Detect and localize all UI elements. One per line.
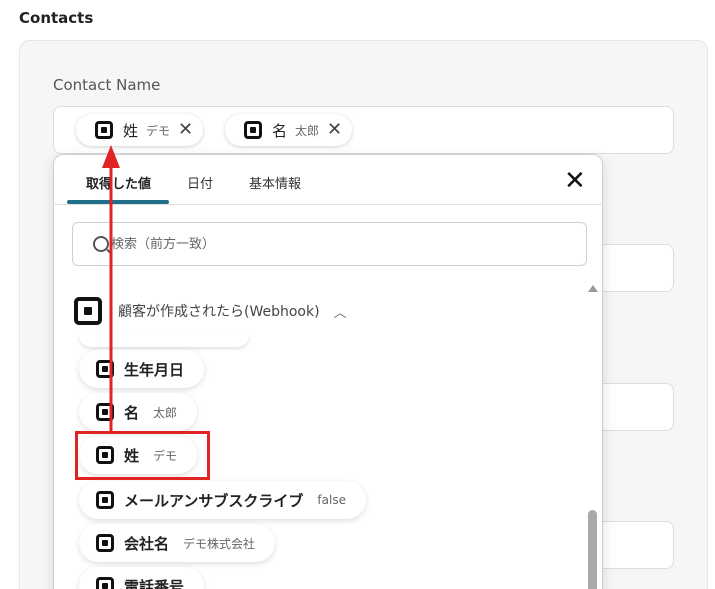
annotation-arrow: [102, 145, 120, 432]
